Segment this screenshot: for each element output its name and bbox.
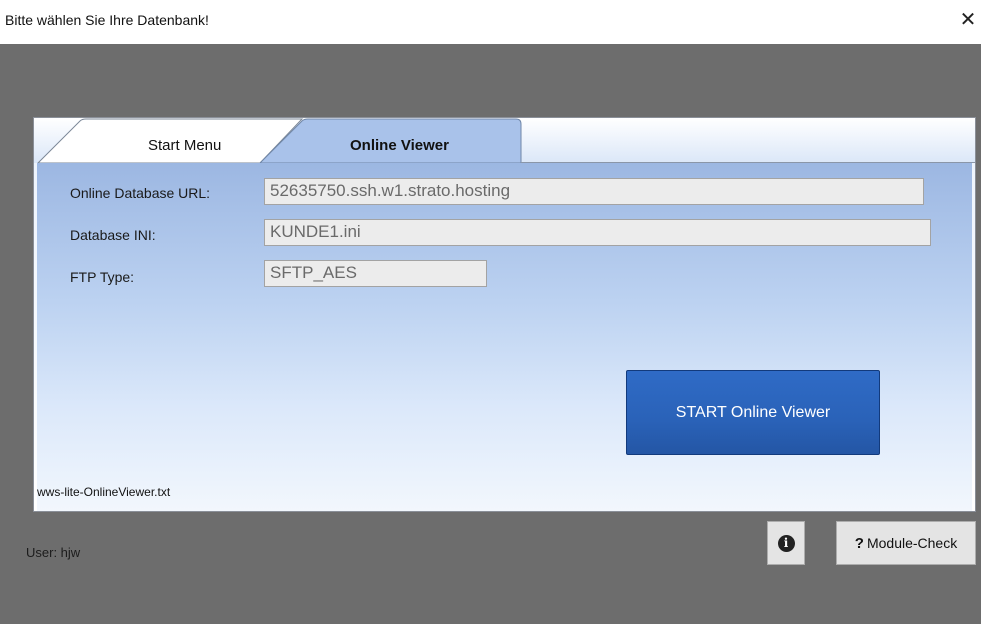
start-online-viewer-label: START Online Viewer — [675, 403, 831, 421]
info-button[interactable]: i — [767, 521, 805, 565]
url-label: Online Database URL: — [70, 185, 211, 201]
module-check-label: Module-Check — [866, 535, 958, 551]
tab-online-viewer-label: Online Viewer — [350, 137, 449, 154]
info-icon: i — [777, 534, 795, 552]
online-viewer-content: Online Database URL: 52635750.ssh.w1.str… — [37, 163, 972, 511]
title-bar: Bitte wählen Sie Ihre Datenbank! ✕ — [0, 0, 981, 44]
close-icon[interactable]: ✕ — [959, 9, 977, 31]
ini-label: Database INI: — [70, 227, 156, 243]
url-field[interactable]: 52635750.ssh.w1.strato.hosting — [264, 178, 924, 205]
window-title: Bitte wählen Sie Ihre Datenbank! — [5, 12, 209, 28]
user-status: User: hjw — [26, 545, 81, 560]
config-filename: wws-lite-OnlineViewer.txt — [37, 485, 171, 499]
module-check-button[interactable]: ? Module-Check — [836, 521, 976, 565]
tab-strip: Start Menu Online Viewer — [34, 118, 975, 163]
ftp-label: FTP Type: — [70, 269, 135, 285]
ini-field[interactable]: KUNDE1.ini — [264, 219, 931, 246]
question-icon: ? — [854, 534, 864, 552]
tab-start-menu-label: Start Menu — [148, 137, 222, 154]
main-panel: Start Menu Online Viewer Online Database… — [33, 117, 976, 512]
start-online-viewer-button[interactable]: START Online Viewer — [626, 370, 880, 455]
ftp-type-field[interactable]: SFTP_AES — [264, 260, 487, 287]
